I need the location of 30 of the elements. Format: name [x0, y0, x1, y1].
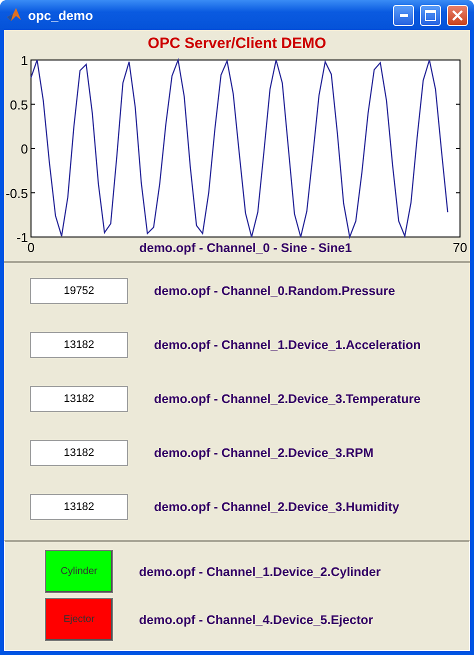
tag-label: demo.opf - Channel_2.Device_3.RPM [154, 446, 374, 460]
app-icon [6, 7, 22, 23]
tag-label: demo.opf - Channel_2.Device_3.Temperature [154, 392, 421, 406]
x-axis-label: demo.opf - Channel_0 - Sine - Sine1 [139, 241, 352, 255]
tag-label: demo.opf - Channel_1.Device_2.Cylinder [139, 564, 381, 578]
maximize-icon [425, 10, 436, 20]
y-tick-label: -0.5 [6, 186, 28, 201]
indicator-button[interactable]: Cylinder [45, 550, 113, 593]
close-button[interactable] [447, 4, 468, 26]
tag-label: demo.opf - Channel_2.Device_3.Humidity [154, 500, 400, 514]
x-tick-label: 0 [27, 240, 35, 255]
close-icon [452, 10, 463, 20]
y-tick-label: -1 [16, 230, 28, 245]
y-tick-label: 1 [20, 56, 28, 68]
y-tick-label: 0.5 [10, 97, 28, 112]
value-field[interactable]: 13182 [30, 386, 128, 412]
y-tick-label: 0 [20, 142, 28, 156]
tag-label: demo.opf - Channel_0.Random.Pressure [154, 284, 396, 298]
maximize-button[interactable] [420, 4, 441, 26]
x-tick-label: 70 [452, 240, 468, 255]
chart-title: OPC Server/Client DEMO [148, 34, 326, 54]
minimize-icon [400, 14, 408, 16]
value-field[interactable]: 13182 [30, 440, 128, 466]
value-field[interactable]: 13182 [30, 332, 128, 358]
value-field[interactable]: 19752 [30, 278, 128, 304]
tag-label: demo.opf - Channel_4.Device_5.Ejector [139, 612, 374, 626]
minimize-button[interactable] [393, 4, 414, 26]
window-title: opc_demo [28, 8, 94, 22]
value-field[interactable]: 13182 [30, 494, 128, 520]
tag-label: demo.opf - Channel_1.Device_1.Acceleration [154, 338, 421, 352]
